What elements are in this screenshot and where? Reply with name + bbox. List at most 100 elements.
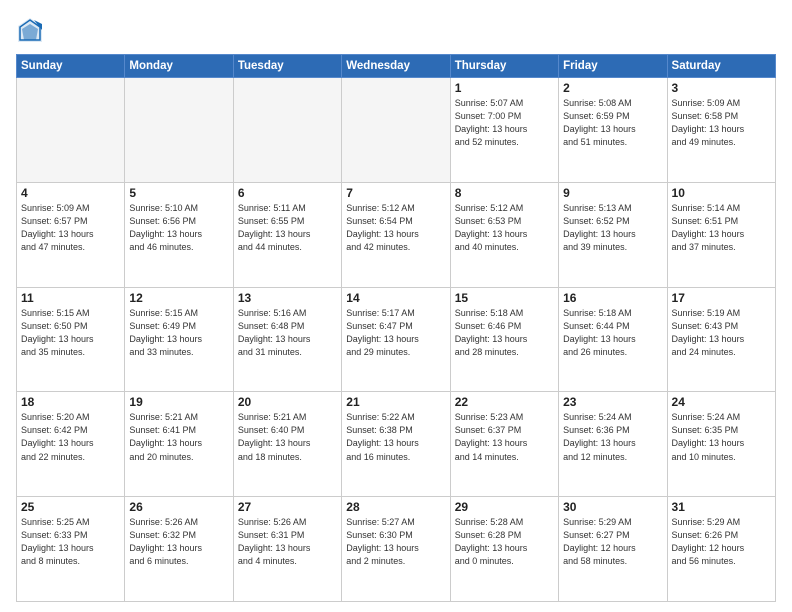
day-info: Sunrise: 5:23 AM Sunset: 6:37 PM Dayligh… (455, 411, 554, 463)
logo (16, 16, 48, 44)
calendar-cell: 28 Sunrise: 5:27 AM Sunset: 6:30 PM Dayli… (342, 497, 450, 602)
week-row-3: 11 Sunrise: 5:15 AM Sunset: 6:50 PM Dayli… (17, 287, 776, 392)
day-number: 2 (563, 81, 662, 95)
weekday-header-sunday: Sunday (17, 55, 125, 78)
week-row-2: 4 Sunrise: 5:09 AM Sunset: 6:57 PM Daylig… (17, 182, 776, 287)
day-number: 12 (129, 291, 228, 305)
day-number: 31 (672, 500, 771, 514)
calendar-cell: 4 Sunrise: 5:09 AM Sunset: 6:57 PM Daylig… (17, 182, 125, 287)
calendar-table: SundayMondayTuesdayWednesdayThursdayFrid… (16, 54, 776, 602)
day-number: 22 (455, 395, 554, 409)
calendar-cell: 17 Sunrise: 5:19 AM Sunset: 6:43 PM Dayli… (667, 287, 775, 392)
day-info: Sunrise: 5:13 AM Sunset: 6:52 PM Dayligh… (563, 202, 662, 254)
day-info: Sunrise: 5:28 AM Sunset: 6:28 PM Dayligh… (455, 516, 554, 568)
calendar-cell: 2 Sunrise: 5:08 AM Sunset: 6:59 PM Daylig… (559, 78, 667, 183)
day-number: 1 (455, 81, 554, 95)
day-info: Sunrise: 5:08 AM Sunset: 6:59 PM Dayligh… (563, 97, 662, 149)
calendar-cell: 16 Sunrise: 5:18 AM Sunset: 6:44 PM Dayli… (559, 287, 667, 392)
calendar-cell: 10 Sunrise: 5:14 AM Sunset: 6:51 PM Dayli… (667, 182, 775, 287)
weekday-header-row: SundayMondayTuesdayWednesdayThursdayFrid… (17, 55, 776, 78)
day-info: Sunrise: 5:09 AM Sunset: 6:58 PM Dayligh… (672, 97, 771, 149)
day-number: 8 (455, 186, 554, 200)
day-number: 11 (21, 291, 120, 305)
day-number: 28 (346, 500, 445, 514)
logo-icon (16, 16, 44, 44)
day-info: Sunrise: 5:10 AM Sunset: 6:56 PM Dayligh… (129, 202, 228, 254)
day-info: Sunrise: 5:29 AM Sunset: 6:27 PM Dayligh… (563, 516, 662, 568)
calendar-cell: 22 Sunrise: 5:23 AM Sunset: 6:37 PM Dayli… (450, 392, 558, 497)
calendar-cell: 14 Sunrise: 5:17 AM Sunset: 6:47 PM Dayli… (342, 287, 450, 392)
day-number: 20 (238, 395, 337, 409)
day-info: Sunrise: 5:12 AM Sunset: 6:54 PM Dayligh… (346, 202, 445, 254)
day-number: 26 (129, 500, 228, 514)
day-number: 13 (238, 291, 337, 305)
day-info: Sunrise: 5:18 AM Sunset: 6:46 PM Dayligh… (455, 307, 554, 359)
day-info: Sunrise: 5:25 AM Sunset: 6:33 PM Dayligh… (21, 516, 120, 568)
weekday-header-friday: Friday (559, 55, 667, 78)
calendar-cell: 21 Sunrise: 5:22 AM Sunset: 6:38 PM Dayli… (342, 392, 450, 497)
weekday-header-tuesday: Tuesday (233, 55, 341, 78)
weekday-header-monday: Monday (125, 55, 233, 78)
calendar-cell: 26 Sunrise: 5:26 AM Sunset: 6:32 PM Dayli… (125, 497, 233, 602)
calendar-cell: 20Sunrise: 5:21 AM Sunset: 6:40 PM Dayli… (233, 392, 341, 497)
calendar-cell: 13 Sunrise: 5:16 AM Sunset: 6:48 PM Dayli… (233, 287, 341, 392)
day-info: Sunrise: 5:15 AM Sunset: 6:49 PM Dayligh… (129, 307, 228, 359)
day-number: 24 (672, 395, 771, 409)
day-info: Sunrise: 5:09 AM Sunset: 6:57 PM Dayligh… (21, 202, 120, 254)
day-info: Sunrise: 5:21 AM Sunset: 6:41 PM Dayligh… (129, 411, 228, 463)
day-info: Sunrise: 5:22 AM Sunset: 6:38 PM Dayligh… (346, 411, 445, 463)
day-info: Sunrise: 5:07 AM Sunset: 7:00 PM Dayligh… (455, 97, 554, 149)
calendar-cell: 25 Sunrise: 5:25 AM Sunset: 6:33 PM Dayli… (17, 497, 125, 602)
weekday-header-thursday: Thursday (450, 55, 558, 78)
calendar-cell (125, 78, 233, 183)
day-info: Sunrise: 5:18 AM Sunset: 6:44 PM Dayligh… (563, 307, 662, 359)
day-number: 18 (21, 395, 120, 409)
day-number: 30 (563, 500, 662, 514)
page: SundayMondayTuesdayWednesdayThursdayFrid… (0, 0, 792, 612)
day-info: Sunrise: 5:19 AM Sunset: 6:43 PM Dayligh… (672, 307, 771, 359)
calendar-cell: 7Sunrise: 5:12 AM Sunset: 6:54 PM Daylig… (342, 182, 450, 287)
day-number: 19 (129, 395, 228, 409)
calendar-cell (233, 78, 341, 183)
day-info: Sunrise: 5:17 AM Sunset: 6:47 PM Dayligh… (346, 307, 445, 359)
day-number: 5 (129, 186, 228, 200)
day-number: 14 (346, 291, 445, 305)
calendar-cell: 1 Sunrise: 5:07 AM Sunset: 7:00 PM Daylig… (450, 78, 558, 183)
day-info: Sunrise: 5:29 AM Sunset: 6:26 PM Dayligh… (672, 516, 771, 568)
calendar-cell: 24 Sunrise: 5:24 AM Sunset: 6:35 PM Dayli… (667, 392, 775, 497)
day-info: Sunrise: 5:24 AM Sunset: 6:36 PM Dayligh… (563, 411, 662, 463)
day-number: 27 (238, 500, 337, 514)
day-number: 10 (672, 186, 771, 200)
calendar-cell: 6Sunrise: 5:11 AM Sunset: 6:55 PM Daylig… (233, 182, 341, 287)
day-info: Sunrise: 5:24 AM Sunset: 6:35 PM Dayligh… (672, 411, 771, 463)
header (16, 16, 776, 44)
day-number: 23 (563, 395, 662, 409)
calendar-cell: 9Sunrise: 5:13 AM Sunset: 6:52 PM Daylig… (559, 182, 667, 287)
calendar-cell: 11 Sunrise: 5:15 AM Sunset: 6:50 PM Dayli… (17, 287, 125, 392)
calendar-cell: 29 Sunrise: 5:28 AM Sunset: 6:28 PM Dayli… (450, 497, 558, 602)
calendar-cell: 15Sunrise: 5:18 AM Sunset: 6:46 PM Dayli… (450, 287, 558, 392)
week-row-4: 18 Sunrise: 5:20 AM Sunset: 6:42 PM Dayli… (17, 392, 776, 497)
day-info: Sunrise: 5:14 AM Sunset: 6:51 PM Dayligh… (672, 202, 771, 254)
day-number: 3 (672, 81, 771, 95)
day-number: 4 (21, 186, 120, 200)
week-row-1: 1 Sunrise: 5:07 AM Sunset: 7:00 PM Daylig… (17, 78, 776, 183)
day-number: 25 (21, 500, 120, 514)
calendar-cell: 19 Sunrise: 5:21 AM Sunset: 6:41 PM Dayli… (125, 392, 233, 497)
day-info: Sunrise: 5:27 AM Sunset: 6:30 PM Dayligh… (346, 516, 445, 568)
calendar-cell: 18 Sunrise: 5:20 AM Sunset: 6:42 PM Dayli… (17, 392, 125, 497)
day-info: Sunrise: 5:11 AM Sunset: 6:55 PM Dayligh… (238, 202, 337, 254)
day-info: Sunrise: 5:12 AM Sunset: 6:53 PM Dayligh… (455, 202, 554, 254)
day-number: 17 (672, 291, 771, 305)
day-number: 21 (346, 395, 445, 409)
calendar-cell: 31 Sunrise: 5:29 AM Sunset: 6:26 PM Dayli… (667, 497, 775, 602)
day-number: 29 (455, 500, 554, 514)
calendar-cell: 27Sunrise: 5:26 AM Sunset: 6:31 PM Dayli… (233, 497, 341, 602)
calendar-cell: 30 Sunrise: 5:29 AM Sunset: 6:27 PM Dayli… (559, 497, 667, 602)
day-info: Sunrise: 5:20 AM Sunset: 6:42 PM Dayligh… (21, 411, 120, 463)
day-number: 16 (563, 291, 662, 305)
day-info: Sunrise: 5:15 AM Sunset: 6:50 PM Dayligh… (21, 307, 120, 359)
week-row-5: 25 Sunrise: 5:25 AM Sunset: 6:33 PM Dayli… (17, 497, 776, 602)
day-info: Sunrise: 5:26 AM Sunset: 6:32 PM Dayligh… (129, 516, 228, 568)
day-info: Sunrise: 5:16 AM Sunset: 6:48 PM Dayligh… (238, 307, 337, 359)
